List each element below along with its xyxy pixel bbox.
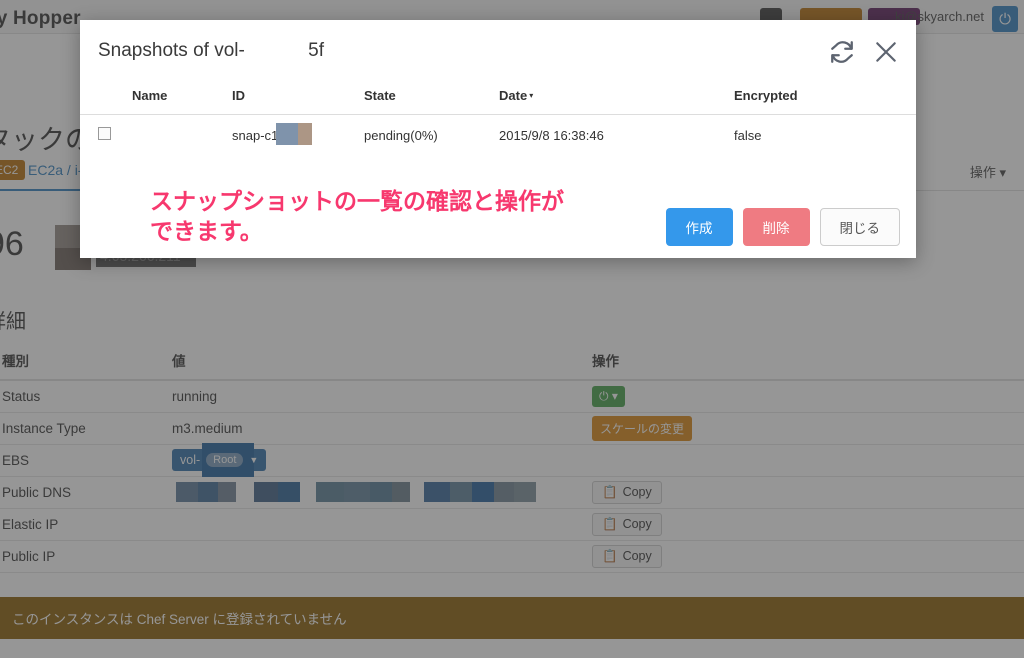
sort-descending-icon: ▾ [529,91,534,100]
table-row[interactable]: snap-c1 pending(0%) 2015/9/8 16:38:46 fa… [80,115,916,156]
row-checkbox[interactable] [98,127,111,140]
snapshot-encrypted-cell: false [734,127,762,143]
snapshot-id-cell: snap-c1 [232,115,364,156]
snapshots-header-row: Name ID State Date ▾ Encrypted [80,82,916,115]
close-modal-button[interactable]: 閉じる [819,208,900,246]
create-snapshot-button[interactable]: 作成 [665,208,733,246]
snapshots-header-date-label: Date [499,88,528,103]
snapshots-header-select [80,82,132,115]
redaction-block-id-1 [276,122,298,145]
delete-snapshot-button[interactable]: 削除 [742,208,810,246]
snapshots-header-id[interactable]: ID [232,82,364,115]
snapshots-header-date[interactable]: Date ▾ [499,82,734,115]
snapshots-header-state[interactable]: State [364,82,499,115]
close-icon[interactable] [872,38,900,66]
snapshot-name-cell [132,115,232,156]
modal-header-actions [828,38,900,66]
snapshot-id-wrapper: snap-c1 [232,122,312,145]
snapshots-header-name[interactable]: Name [132,82,232,115]
modal-header: Snapshots of vol- 5f [80,20,916,82]
annotation-callout: スナップショットの一覧の確認と操作が できます。 [149,187,566,246]
modal-title: Snapshots of vol- 5f [98,40,324,61]
snapshot-state-cell: pending(0%) [364,127,438,143]
refresh-icon[interactable] [828,38,856,66]
modal-footer: 作成 削除 閉じる [665,208,900,246]
snapshot-id-text: snap-c1 [232,127,279,143]
screen-root: ky Hopper …ki@skyarch.net ⏻ タックの EC2 EC2… [0,0,1024,658]
snapshots-table: Name ID State Date ▾ Encrypted snap-c1 p… [80,82,916,155]
redaction-block-id-2 [298,122,312,145]
snapshot-row-select-cell [80,115,132,156]
snapshot-date-cell: 2015/9/8 16:38:46 [499,127,604,143]
snapshots-header-encrypted[interactable]: Encrypted [734,82,916,115]
